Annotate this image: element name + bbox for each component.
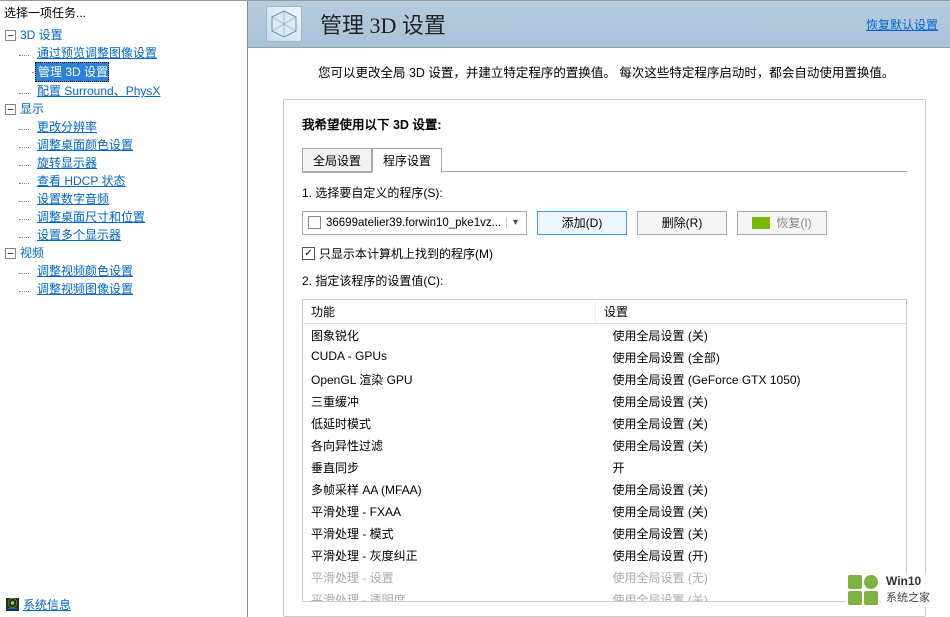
tree-category: −显示 [5, 100, 247, 118]
page-title: 管理 3D 设置 [320, 8, 446, 40]
nvidia-3d-icon [266, 6, 302, 42]
tree-expand-icon[interactable]: − [5, 248, 16, 259]
nvidia-badge-icon [752, 217, 770, 229]
restore-defaults-link[interactable]: 恢复默认设置 [866, 16, 938, 33]
tab-strip: 全局设置 程序设置 [302, 147, 907, 172]
chevron-down-icon: ▾ [506, 217, 524, 228]
feature-value: 使用全局设置 (关) [605, 392, 907, 411]
nav-tree: −3D 设置通过预览调整图像设置管理 3D 设置配置 Surround、Phys… [0, 24, 247, 592]
table-row: 平滑处理 - 设置使用全局设置 (无) [303, 566, 906, 588]
feature-name: 三重缓冲 [303, 392, 605, 411]
feature-value: 使用全局设置 (关) [605, 480, 907, 499]
feature-value: 使用全局设置 (全部) [605, 348, 907, 367]
feature-value: 使用全局设置 (开) [605, 546, 907, 565]
table-row[interactable]: 平滑处理 - 灰度纠正使用全局设置 (开) [303, 544, 906, 566]
feature-name: 平滑处理 - 模式 [303, 524, 605, 543]
col-feature: 功能 [303, 300, 596, 323]
feature-name: 低延时模式 [303, 414, 605, 433]
checkbox-label: 只显示本计算机上找到的程序(M) [319, 245, 493, 262]
system-info-link[interactable]: ⦿ 系统信息 [0, 592, 247, 617]
tree-leaf[interactable]: 管理 3D 设置 [35, 62, 109, 82]
tree-leaf[interactable]: 调整视频颜色设置 [23, 264, 133, 278]
task-header-text: 选择一项任务... [4, 4, 86, 21]
program-dropdown[interactable]: 36699atelier39.forwin10_pke1vz... ▾ [302, 211, 527, 235]
feature-name: 平滑处理 - 灰度纠正 [303, 546, 605, 565]
tree-category-label[interactable]: 3D 设置 [20, 28, 63, 42]
tree-leaf[interactable]: 设置数字音频 [23, 192, 109, 206]
watermark-line2: 系统之家 [886, 589, 930, 605]
tree-leaf[interactable]: 更改分辨率 [23, 120, 97, 134]
tree-category-label[interactable]: 显示 [20, 102, 44, 116]
feature-name: CUDA - GPUs [303, 348, 605, 367]
step1-label: 1. 选择要自定义的程序(S): [302, 184, 907, 201]
tree-leaf[interactable]: 查看 HDCP 状态 [23, 174, 125, 188]
watermark-line1: Win10 [886, 575, 930, 588]
tree-leaf[interactable]: 配置 Surround、PhysX [23, 84, 160, 98]
feature-name: 平滑处理 - FXAA [303, 502, 605, 521]
checkbox-icon: ✓ [302, 247, 315, 260]
tree-leaf[interactable]: 通过预览调整图像设置 [23, 46, 157, 60]
add-button[interactable]: 添加(D) [537, 211, 627, 235]
title-bar: 管理 3D 设置 恢复默认设置 [248, 1, 950, 48]
tree-leaf[interactable]: 调整桌面颜色设置 [23, 138, 133, 152]
tree-category: −3D 设置 [5, 26, 247, 44]
system-info-label: 系统信息 [23, 596, 71, 613]
feature-value: 使用全局设置 (关) [605, 436, 907, 455]
sidebar: 选择一项任务... −3D 设置通过预览调整图像设置管理 3D 设置配置 Sur… [0, 1, 248, 617]
program-selected: 36699atelier39.forwin10_pke1vz... [326, 217, 506, 229]
feature-value: 使用全局设置 (关) [605, 326, 907, 345]
page-description: 您可以更改全局 3D 设置，并建立特定程序的置换值。 每次这些特定程序启动时，都… [248, 48, 950, 99]
info-icon: ⦿ [6, 598, 19, 611]
remove-button[interactable]: 删除(R) [637, 211, 727, 235]
watermark: Win10 系统之家 [846, 573, 932, 607]
tree-category: −视频 [5, 244, 247, 262]
feature-value: 使用全局设置 (关) [605, 524, 907, 543]
restore-button-label: 恢复(I) [776, 214, 811, 231]
feature-name: OpenGL 渲染 GPU [303, 370, 605, 389]
tree-category-label[interactable]: 视频 [20, 246, 44, 260]
main-panel: 管理 3D 设置 恢复默认设置 您可以更改全局 3D 设置，并建立特定程序的置换… [248, 1, 950, 617]
table-row[interactable]: 垂直同步开 [303, 456, 906, 478]
col-setting: 设置 [596, 300, 888, 323]
feature-value: 使用全局设置 (关) [605, 502, 907, 521]
feature-name: 图象锐化 [303, 326, 605, 345]
program-icon [308, 216, 321, 229]
tab-program[interactable]: 程序设置 [372, 148, 442, 173]
tree-leaf[interactable]: 调整视频图像设置 [23, 282, 133, 296]
settings-table: 功能 设置 图象锐化使用全局设置 (关)CUDA - GPUs使用全局设置 (全… [302, 299, 907, 602]
feature-name: 平滑处理 - 设置 [303, 568, 605, 587]
table-row[interactable]: 平滑处理 - FXAA使用全局设置 (关) [303, 500, 906, 522]
feature-name: 平滑处理 - 透明度 [303, 590, 605, 601]
settings-content: 我希望使用以下 3D 设置: 全局设置 程序设置 1. 选择要自定义的程序(S)… [283, 99, 926, 617]
table-row: 平滑处理 - 透明度使用全局设置 (关) [303, 588, 906, 601]
table-row[interactable]: CUDA - GPUs使用全局设置 (全部) [303, 346, 906, 368]
table-row[interactable]: 各向异性过滤使用全局设置 (关) [303, 434, 906, 456]
step2-label: 2. 指定该程序的设置值(C): [302, 272, 907, 289]
table-row[interactable]: OpenGL 渲染 GPU使用全局设置 (GeForce GTX 1050) [303, 368, 906, 390]
tab-global[interactable]: 全局设置 [302, 148, 372, 173]
tree-expand-icon[interactable]: − [5, 30, 16, 41]
task-header: 选择一项任务... [0, 1, 247, 24]
table-row[interactable]: 低延时模式使用全局设置 (关) [303, 412, 906, 434]
section-heading: 我希望使用以下 3D 设置: [302, 114, 907, 133]
table-row[interactable]: 三重缓冲使用全局设置 (关) [303, 390, 906, 412]
feature-value: 使用全局设置 (GeForce GTX 1050) [605, 370, 907, 389]
feature-name: 多帧采样 AA (MFAA) [303, 480, 605, 499]
feature-name: 各向异性过滤 [303, 436, 605, 455]
feature-name: 垂直同步 [303, 458, 605, 477]
feature-value: 使用全局设置 (关) [605, 414, 907, 433]
feature-value: 开 [605, 458, 907, 477]
table-row[interactable]: 平滑处理 - 模式使用全局设置 (关) [303, 522, 906, 544]
show-local-programs-checkbox[interactable]: ✓ 只显示本计算机上找到的程序(M) [302, 245, 493, 262]
tree-expand-icon[interactable]: − [5, 104, 16, 115]
table-row[interactable]: 图象锐化使用全局设置 (关) [303, 324, 906, 346]
tree-leaf[interactable]: 调整桌面尺寸和位置 [23, 210, 145, 224]
table-scroller[interactable]: 图象锐化使用全局设置 (关)CUDA - GPUs使用全局设置 (全部)Open… [303, 324, 906, 601]
table-header: 功能 设置 [303, 300, 906, 324]
tree-leaf[interactable]: 旋转显示器 [23, 156, 97, 170]
tree-leaf[interactable]: 设置多个显示器 [23, 228, 121, 242]
restore-button[interactable]: 恢复(I) [737, 211, 827, 235]
table-row[interactable]: 多帧采样 AA (MFAA)使用全局设置 (关) [303, 478, 906, 500]
